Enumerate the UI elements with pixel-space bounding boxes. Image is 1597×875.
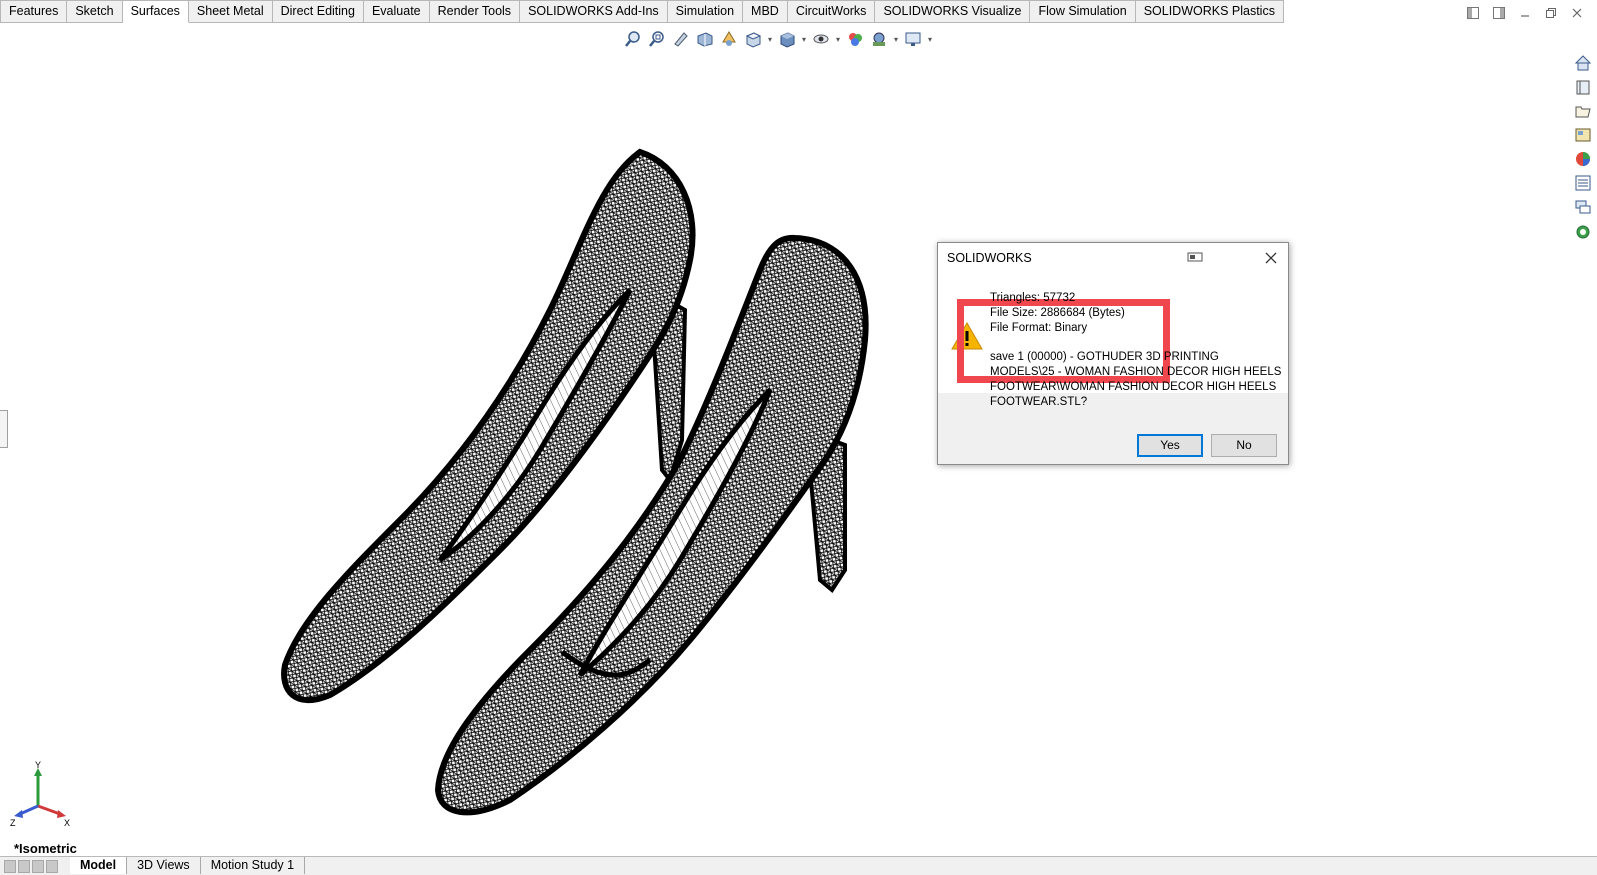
- feature-manager-toggle[interactable]: [0, 410, 8, 448]
- tab-solidworks-visualize[interactable]: SOLIDWORKS Visualize: [875, 0, 1031, 23]
- bottom-tab-bar: Model 3D Views Motion Study 1: [0, 856, 1597, 875]
- message-line-1: save 1 (00000) - GOTHUDER 3D PRINTING: [990, 351, 1219, 363]
- command-manager-tabs: Features Sketch Surfaces Sheet Metal Dir…: [0, 0, 1284, 23]
- restore-icon[interactable]: [1544, 6, 1558, 20]
- hide-show-icon[interactable]: [810, 28, 832, 50]
- task-pane: [1569, 52, 1597, 242]
- tab-sketch[interactable]: Sketch: [67, 0, 123, 23]
- reference-triad: Y X Z: [10, 760, 70, 826]
- message-line-4: FOOTWEAR.STL?: [990, 396, 1088, 408]
- close-window-icon[interactable]: [1570, 6, 1584, 20]
- tab-simulation[interactable]: Simulation: [667, 0, 744, 23]
- tab-solidworks-plastics[interactable]: SOLIDWORKS Plastics: [1135, 0, 1284, 23]
- appearances-icon[interactable]: [1572, 148, 1594, 170]
- tab-3d-views[interactable]: 3D Views: [127, 857, 201, 874]
- zoom-to-area-icon[interactable]: [646, 28, 668, 50]
- chevron-down-icon[interactable]: ▾: [892, 28, 900, 50]
- tab-flow-simulation[interactable]: Flow Simulation: [1030, 0, 1136, 23]
- tab-mbd[interactable]: MBD: [743, 0, 788, 23]
- forum-icon[interactable]: [1572, 196, 1594, 218]
- tab-scroll-arrows: [4, 860, 58, 873]
- view-orientation-label: *Isometric: [14, 841, 77, 856]
- previous-view-icon[interactable]: [670, 28, 692, 50]
- tab-sheet-metal[interactable]: Sheet Metal: [188, 0, 273, 23]
- chevron-down-icon[interactable]: ▾: [926, 28, 934, 50]
- apply-scene-icon[interactable]: [868, 28, 890, 50]
- message-line-3: FOOTWEAR\WOMAN FASHION DECOR HIGH HEELS: [990, 381, 1277, 393]
- zoom-to-fit-icon[interactable]: [622, 28, 644, 50]
- tab-circuitworks[interactable]: CircuitWorks: [787, 0, 876, 23]
- tab-render-tools[interactable]: Render Tools: [429, 0, 521, 23]
- solidworks-import-dialog: SOLIDWORKS Triangles: 57732 File Size: 2…: [937, 242, 1289, 465]
- section-view-icon[interactable]: [694, 28, 716, 50]
- options-icon[interactable]: [1187, 251, 1203, 263]
- chevron-down-icon[interactable]: ▾: [766, 28, 774, 50]
- custom-properties-icon[interactable]: [1572, 172, 1594, 194]
- tab-features[interactable]: Features: [0, 0, 68, 23]
- mesh-model-high-heels: [281, 148, 869, 816]
- yes-button[interactable]: Yes: [1137, 434, 1203, 457]
- dialog-title-bar[interactable]: SOLIDWORKS: [938, 243, 1288, 273]
- tab-direct-editing[interactable]: Direct Editing: [272, 0, 364, 23]
- tile-right-icon[interactable]: [1492, 6, 1506, 20]
- file-format: File Format: Binary: [990, 322, 1088, 334]
- resources-icon[interactable]: [1572, 76, 1594, 98]
- home-icon[interactable]: [1572, 52, 1594, 74]
- display-style-icon[interactable]: [776, 28, 798, 50]
- edit-appearance-icon[interactable]: [844, 28, 866, 50]
- tab-solidworks-add-ins[interactable]: SOLIDWORKS Add-Ins: [520, 0, 668, 23]
- first-tab-arrow-icon[interactable]: [4, 860, 16, 873]
- view-orientation-icon[interactable]: [742, 28, 764, 50]
- heads-up-view-toolbar: ▾ ▾ ▾ ▾ ▾: [622, 26, 934, 52]
- message-line-2: MODELS\25 - WOMAN FASHION DECOR HIGH HEE…: [990, 366, 1282, 378]
- dialog-body: Triangles: 57732 File Size: 2886684 (Byt…: [938, 273, 1288, 408]
- dialog-title: SOLIDWORKS: [947, 251, 1032, 265]
- file-size: File Size: 2886684 (Bytes): [990, 307, 1125, 319]
- last-tab-arrow-icon[interactable]: [46, 860, 58, 873]
- tab-surfaces[interactable]: Surfaces: [122, 0, 189, 23]
- next-tab-arrow-icon[interactable]: [32, 860, 44, 873]
- chevron-down-icon[interactable]: ▾: [800, 28, 808, 50]
- view-settings-icon[interactable]: [902, 28, 924, 50]
- close-icon[interactable]: [1262, 249, 1280, 267]
- minimize-icon[interactable]: [1518, 6, 1532, 20]
- triad-z-label: Z: [10, 818, 16, 826]
- tab-evaluate[interactable]: Evaluate: [363, 0, 430, 23]
- file-explorer-icon[interactable]: [1572, 124, 1594, 146]
- dynamic-annotation-icon[interactable]: [718, 28, 740, 50]
- tile-left-icon[interactable]: [1466, 6, 1480, 20]
- triad-y-label: Y: [35, 760, 41, 770]
- design-library-icon[interactable]: [1572, 100, 1594, 122]
- triangles-count: Triangles: 57732: [990, 292, 1076, 304]
- tab-model[interactable]: Model: [70, 857, 128, 874]
- no-button[interactable]: No: [1211, 434, 1277, 457]
- prev-tab-arrow-icon[interactable]: [18, 860, 30, 873]
- tab-motion-study-1[interactable]: Motion Study 1: [201, 857, 306, 874]
- chevron-down-icon[interactable]: ▾: [834, 28, 842, 50]
- solidworks-3dexp-icon[interactable]: [1572, 220, 1594, 242]
- triad-x-label: X: [64, 818, 70, 826]
